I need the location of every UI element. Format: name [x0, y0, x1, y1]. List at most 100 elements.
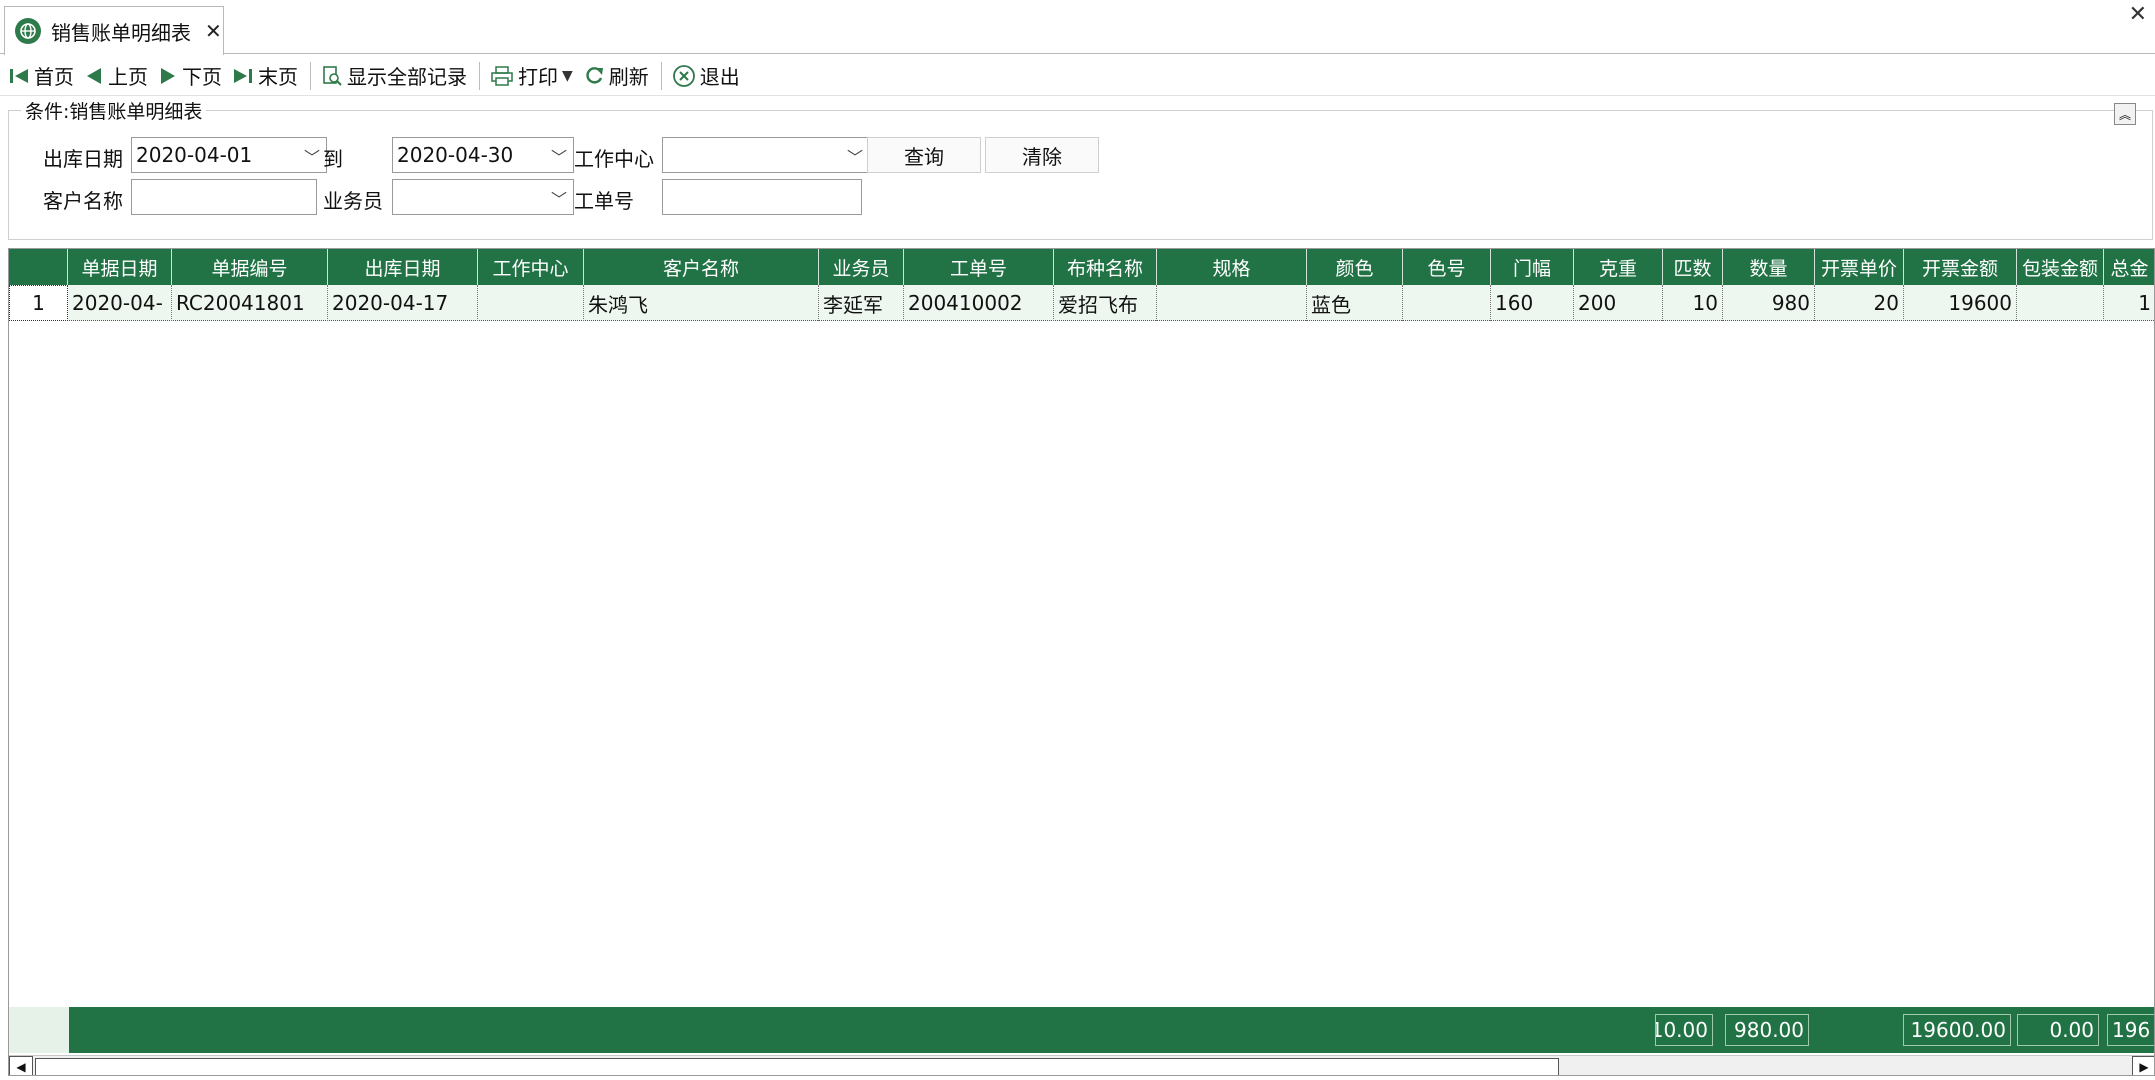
total-pieces: 10.00 [1655, 1014, 1713, 1046]
exit-label: 退出 [699, 65, 740, 89]
refresh-label: 刷新 [608, 65, 649, 89]
column-header[interactable]: 克重 [1574, 249, 1663, 285]
grid-totals-footer: 10.00 980.00 19600.00 0.00 196 [9, 1007, 2154, 1053]
column-header[interactable]: 单据日期 [68, 249, 172, 285]
show-all-records-button[interactable]: 显示全部记录 [317, 59, 471, 93]
customer-name-input[interactable] [131, 179, 317, 215]
toolbar: 首页 上页 下页 末页 显示全部记录 打印 ▼ 刷新 退出 [0, 56, 2155, 96]
column-header[interactable]: 开票金额 [1904, 249, 2017, 285]
first-page-icon [10, 68, 28, 83]
next-page-icon [161, 67, 175, 84]
print-button[interactable]: 打印 ▼ [486, 59, 577, 93]
workcenter-select[interactable]: ﹀ [662, 137, 870, 173]
table-cell[interactable]: 10 [1663, 285, 1723, 321]
next-page-label: 下页 [182, 65, 222, 89]
column-header[interactable]: 工单号 [904, 249, 1054, 285]
table-cell[interactable]: 2020-04-17 [328, 285, 478, 321]
table-cell[interactable]: 李延军 [819, 285, 904, 321]
table-cell[interactable] [1403, 285, 1491, 321]
prev-page-button[interactable]: 上页 [80, 59, 152, 93]
toolbar-separator [310, 61, 311, 90]
query-button[interactable]: 查询 [867, 137, 981, 173]
table-cell[interactable]: 200 [1574, 285, 1663, 321]
exit-button[interactable]: 退出 [668, 59, 744, 93]
horizontal-scrollbar[interactable]: ◀ ▶ [9, 1055, 2154, 1075]
exit-icon [672, 64, 695, 87]
grid-header-corner [9, 249, 68, 285]
ship-date-to-picker[interactable]: 2020-04-30 ﹀ [392, 137, 574, 173]
table-cell[interactable]: 蓝色 [1307, 285, 1403, 321]
table-cell[interactable]: 朱鸿飞 [584, 285, 819, 321]
search-document-icon [323, 65, 342, 86]
next-page-button[interactable]: 下页 [154, 59, 226, 93]
clear-button[interactable]: 清除 [985, 137, 1099, 173]
column-header[interactable]: 总金 [2104, 249, 2154, 285]
chevron-down-icon: ﹀ [550, 190, 567, 209]
column-header[interactable]: 门幅 [1491, 249, 1574, 285]
tab-sales-bill-detail[interactable]: 销售账单明细表 ✕ [4, 6, 224, 55]
refresh-icon [586, 66, 603, 84]
scrollbar-thumb[interactable] [35, 1058, 1559, 1075]
table-cell[interactable]: 2020-04- [68, 285, 172, 321]
totals-corner [9, 1007, 69, 1053]
data-grid: 单据日期 单据编号 出库日期 工作中心 客户名称 业务员 工单号 布种名称 规格… [8, 248, 2155, 1076]
print-dropdown-icon[interactable]: ▼ [562, 68, 573, 84]
to-label: 到 [323, 147, 343, 171]
ship-date-from-picker[interactable]: 2020-04-01 ﹀ [131, 137, 327, 173]
window-close-icon[interactable]: ✕ [2129, 2, 2147, 27]
last-page-icon [234, 68, 252, 83]
scroll-left-icon[interactable]: ◀ [9, 1056, 33, 1075]
table-cell[interactable]: 160 [1491, 285, 1574, 321]
first-page-button[interactable]: 首页 [4, 59, 78, 93]
column-header[interactable]: 数量 [1723, 249, 1815, 285]
last-page-button[interactable]: 末页 [228, 59, 302, 93]
table-cell[interactable] [1157, 285, 1307, 321]
table-cell[interactable]: 980 [1723, 285, 1815, 321]
ship-date-label: 出库日期 [43, 147, 123, 171]
table-cell[interactable] [478, 285, 584, 321]
print-label: 打印 [518, 65, 558, 89]
table-cell[interactable]: 19600 [1904, 285, 2017, 321]
workorder-label: 工单号 [574, 189, 634, 213]
column-header[interactable]: 规格 [1157, 249, 1307, 285]
table-cell[interactable]: RC20041801 [172, 285, 328, 321]
table-cell[interactable]: 1 [2104, 285, 2154, 321]
row-number[interactable]: 1 [9, 285, 68, 321]
column-header[interactable]: 匹数 [1663, 249, 1723, 285]
table-cell[interactable]: 20 [1815, 285, 1904, 321]
collapse-up-icon[interactable]: ︽ [2114, 103, 2136, 125]
refresh-button[interactable]: 刷新 [579, 59, 653, 93]
conditions-group: 条件:销售账单明细表 ︽ 出库日期 2020-04-01 ﹀ 到 2020-04… [8, 97, 2153, 240]
column-header[interactable]: 布种名称 [1054, 249, 1157, 285]
prev-page-icon [87, 67, 101, 84]
table-cell[interactable]: 200410002 [904, 285, 1054, 321]
column-header[interactable]: 开票单价 [1815, 249, 1904, 285]
column-header[interactable]: 色号 [1403, 249, 1491, 285]
table-cell[interactable] [2017, 285, 2104, 321]
column-header[interactable]: 包装金额 [2017, 249, 2104, 285]
column-header[interactable]: 工作中心 [478, 249, 584, 285]
salesman-select[interactable]: ﹀ [392, 179, 574, 215]
grid-header-row: 单据日期 单据编号 出库日期 工作中心 客户名称 业务员 工单号 布种名称 规格… [9, 249, 2154, 285]
column-header[interactable]: 颜色 [1307, 249, 1403, 285]
column-header[interactable]: 单据编号 [172, 249, 328, 285]
prev-page-label: 上页 [108, 65, 148, 89]
workorder-input[interactable] [662, 179, 862, 215]
total-amount: 196 [2107, 1014, 2154, 1046]
printer-icon [491, 65, 513, 86]
show-all-records-label: 显示全部记录 [347, 65, 467, 89]
column-header[interactable]: 出库日期 [328, 249, 478, 285]
tab-close-icon[interactable]: ✕ [205, 19, 222, 43]
column-header[interactable]: 业务员 [819, 249, 904, 285]
conditions-legend: 条件:销售账单明细表 [21, 97, 207, 124]
first-page-label: 首页 [34, 65, 74, 89]
last-page-label: 末页 [258, 65, 298, 89]
customer-name-label: 客户名称 [43, 189, 123, 213]
column-header[interactable]: 客户名称 [584, 249, 819, 285]
scroll-right-icon[interactable]: ▶ [2132, 1056, 2154, 1075]
table-cell[interactable]: 爱招飞布 [1054, 285, 1157, 321]
tab-title: 销售账单明细表 [51, 20, 191, 45]
ship-date-to-value: 2020-04-30 [397, 143, 514, 167]
table-row[interactable]: 1 2020-04- RC20041801 2020-04-17 朱鸿飞 李延军… [9, 285, 2154, 321]
ship-date-from-value: 2020-04-01 [136, 143, 253, 167]
